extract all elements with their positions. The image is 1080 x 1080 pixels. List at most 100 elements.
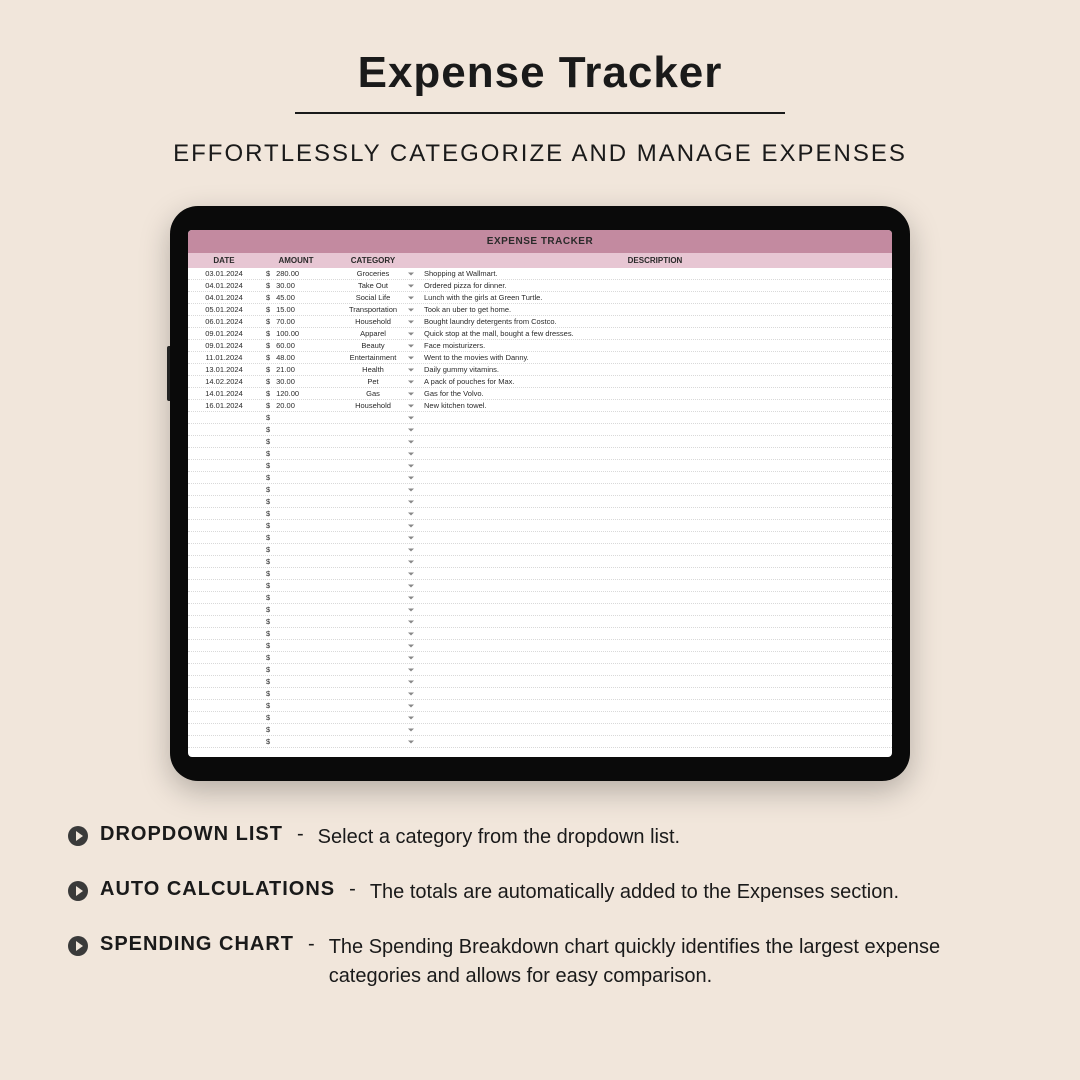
cell-description[interactable] xyxy=(418,499,892,505)
cell-category-dropdown[interactable] xyxy=(328,679,418,685)
cell-amount[interactable]: $ xyxy=(260,734,328,749)
cell-description[interactable] xyxy=(418,691,892,697)
cell-date[interactable] xyxy=(188,643,260,649)
cell-date[interactable] xyxy=(188,739,260,745)
cell-date[interactable] xyxy=(188,655,260,661)
cell-date[interactable] xyxy=(188,415,260,421)
cell-category-dropdown[interactable] xyxy=(328,451,418,457)
cell-description[interactable] xyxy=(418,463,892,469)
cell-category-dropdown[interactable] xyxy=(328,439,418,445)
cell-date[interactable] xyxy=(188,583,260,589)
chevron-down-icon xyxy=(408,620,414,623)
cell-description[interactable] xyxy=(418,535,892,541)
cell-description[interactable] xyxy=(418,667,892,673)
cell-date[interactable] xyxy=(188,439,260,445)
cell-category-dropdown[interactable] xyxy=(328,691,418,697)
cell-category-dropdown[interactable] xyxy=(328,655,418,661)
cell-description[interactable] xyxy=(418,607,892,613)
cell-date[interactable] xyxy=(188,703,260,709)
cell-date[interactable] xyxy=(188,619,260,625)
cell-category-dropdown[interactable] xyxy=(328,559,418,565)
cell-description[interactable] xyxy=(418,547,892,553)
cell-description[interactable] xyxy=(418,571,892,577)
chevron-down-icon xyxy=(408,548,414,551)
cell-description[interactable] xyxy=(418,427,892,433)
cell-category-dropdown[interactable] xyxy=(328,667,418,673)
cell-category-dropdown[interactable] xyxy=(328,511,418,517)
play-bullet-icon xyxy=(68,881,88,901)
cell-date[interactable] xyxy=(188,475,260,481)
cell-category-dropdown[interactable] xyxy=(328,487,418,493)
cell-category-dropdown[interactable] xyxy=(328,583,418,589)
cell-date[interactable] xyxy=(188,571,260,577)
cell-date[interactable] xyxy=(188,667,260,673)
cell-category-dropdown[interactable] xyxy=(328,463,418,469)
dash-separator: - xyxy=(297,823,304,846)
cell-date[interactable] xyxy=(188,679,260,685)
cell-date[interactable] xyxy=(188,727,260,733)
cell-category-dropdown[interactable] xyxy=(328,619,418,625)
cell-description[interactable] xyxy=(418,475,892,481)
cell-category-dropdown[interactable] xyxy=(328,739,418,745)
cell-category-dropdown[interactable]: Household xyxy=(328,398,418,413)
cell-description[interactable] xyxy=(418,511,892,517)
cell-category-dropdown[interactable] xyxy=(328,547,418,553)
cell-description[interactable] xyxy=(418,715,892,721)
cell-date[interactable] xyxy=(188,427,260,433)
cell-description[interactable] xyxy=(418,487,892,493)
cell-date[interactable] xyxy=(188,487,260,493)
cell-date[interactable] xyxy=(188,463,260,469)
chevron-down-icon xyxy=(408,524,414,527)
cell-category-dropdown[interactable] xyxy=(328,595,418,601)
cell-date[interactable] xyxy=(188,631,260,637)
cell-description[interactable] xyxy=(418,559,892,565)
cell-date[interactable] xyxy=(188,715,260,721)
cell-description[interactable] xyxy=(418,655,892,661)
cell-date[interactable] xyxy=(188,535,260,541)
cell-date[interactable]: 16.01.2024 xyxy=(188,398,260,413)
cell-description[interactable] xyxy=(418,727,892,733)
cell-description[interactable] xyxy=(418,739,892,745)
cell-category-dropdown[interactable] xyxy=(328,535,418,541)
cell-description[interactable] xyxy=(418,595,892,601)
cell-description[interactable] xyxy=(418,631,892,637)
cell-category-dropdown[interactable] xyxy=(328,715,418,721)
cell-date[interactable] xyxy=(188,595,260,601)
cell-description[interactable]: New kitchen towel. xyxy=(418,398,892,413)
sheet-title: EXPENSE TRACKER xyxy=(188,230,892,253)
chevron-down-icon xyxy=(408,296,414,299)
chevron-down-icon xyxy=(408,704,414,707)
cell-description[interactable] xyxy=(418,619,892,625)
cell-description[interactable] xyxy=(418,679,892,685)
cell-category-dropdown[interactable] xyxy=(328,499,418,505)
cell-category-dropdown[interactable] xyxy=(328,523,418,529)
cell-description[interactable] xyxy=(418,583,892,589)
chevron-down-icon xyxy=(408,380,414,383)
cell-category-dropdown[interactable] xyxy=(328,415,418,421)
cell-category-dropdown[interactable] xyxy=(328,427,418,433)
cell-description[interactable] xyxy=(418,415,892,421)
cell-category-dropdown[interactable] xyxy=(328,643,418,649)
cell-date[interactable] xyxy=(188,451,260,457)
cell-description[interactable] xyxy=(418,703,892,709)
cell-date[interactable] xyxy=(188,523,260,529)
cell-description[interactable] xyxy=(418,523,892,529)
cell-category-dropdown[interactable] xyxy=(328,607,418,613)
feature-label: DROPDOWN LIST xyxy=(100,823,283,846)
cell-category-dropdown[interactable] xyxy=(328,703,418,709)
cell-description[interactable] xyxy=(418,643,892,649)
cell-date[interactable] xyxy=(188,499,260,505)
cell-category-dropdown[interactable] xyxy=(328,631,418,637)
cell-category-dropdown[interactable] xyxy=(328,571,418,577)
cell-date[interactable] xyxy=(188,559,260,565)
cell-description[interactable] xyxy=(418,451,892,457)
cell-category-dropdown[interactable] xyxy=(328,475,418,481)
cell-description[interactable] xyxy=(418,439,892,445)
cell-date[interactable] xyxy=(188,511,260,517)
cell-date[interactable] xyxy=(188,607,260,613)
cell-category-dropdown[interactable] xyxy=(328,727,418,733)
cell-date[interactable] xyxy=(188,691,260,697)
chevron-down-icon xyxy=(408,440,414,443)
chevron-down-icon xyxy=(408,476,414,479)
cell-date[interactable] xyxy=(188,547,260,553)
